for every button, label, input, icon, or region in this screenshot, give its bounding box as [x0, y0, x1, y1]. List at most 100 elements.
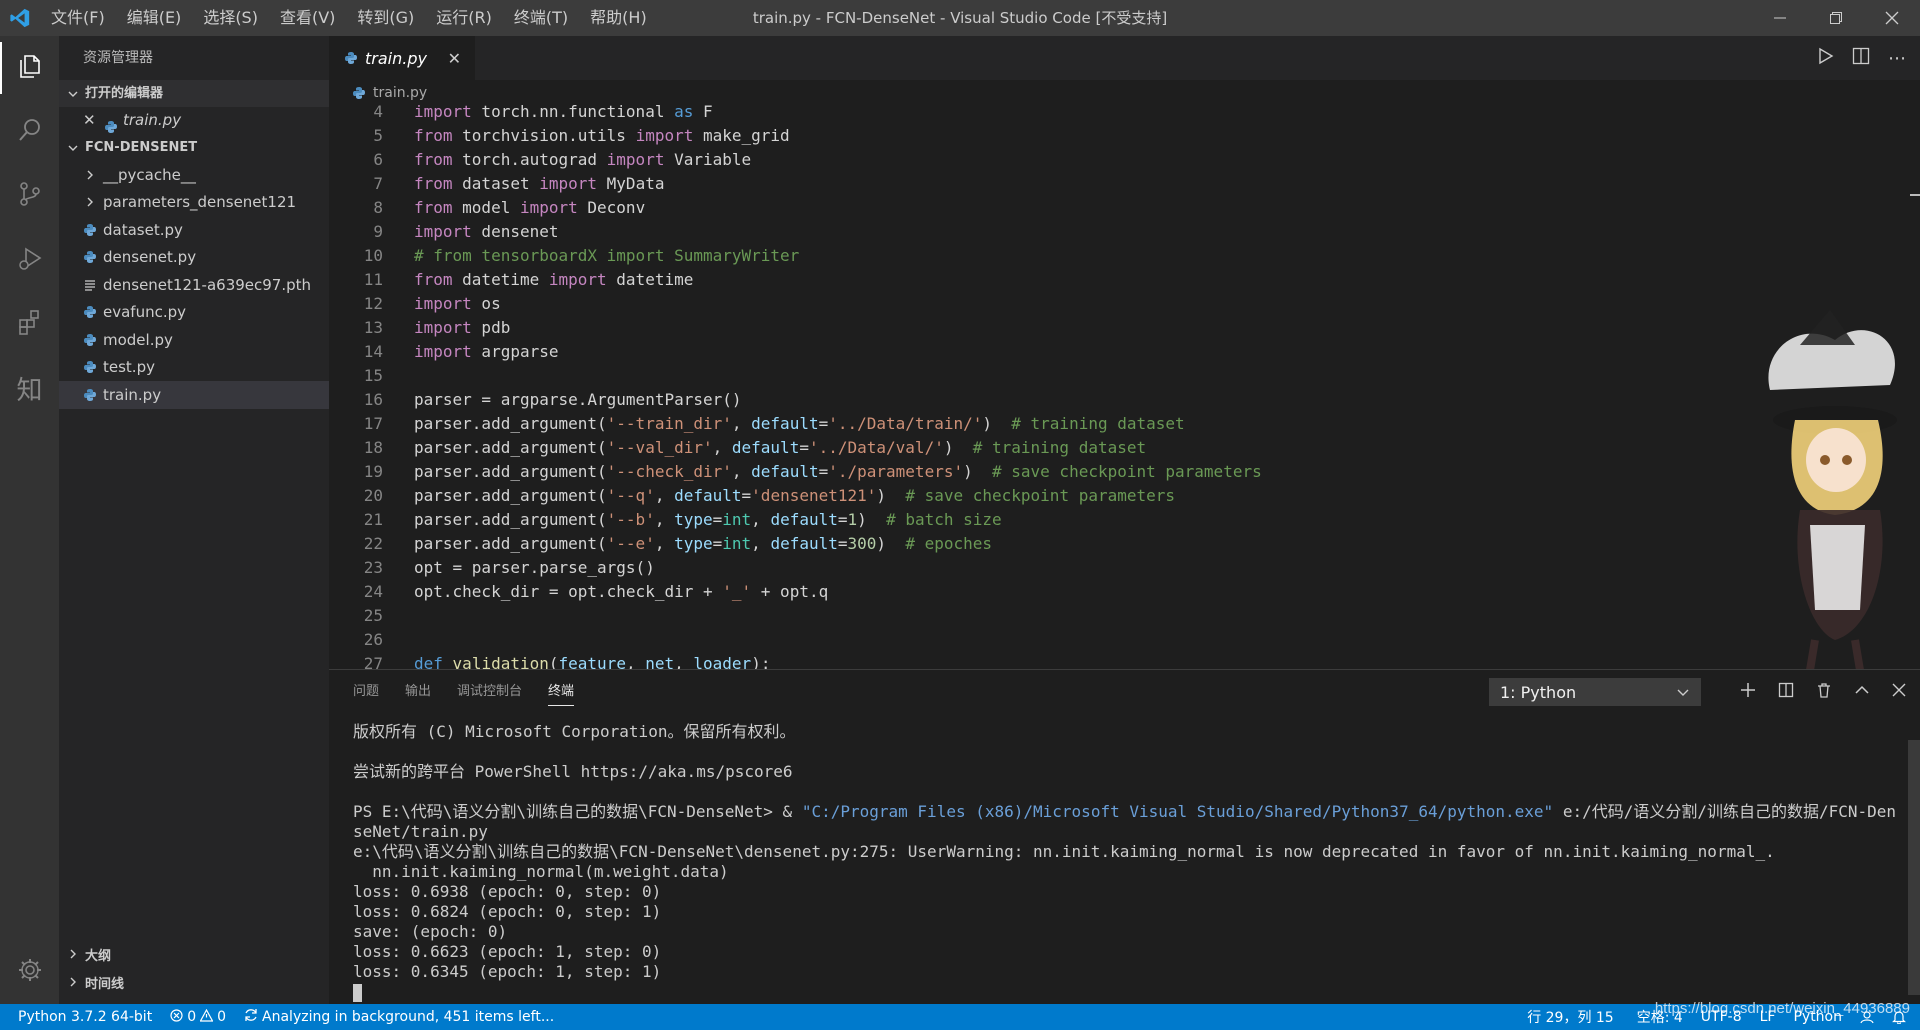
sidebar-title: 资源管理器 — [83, 50, 153, 66]
sync-icon — [244, 1008, 258, 1026]
tab-train-py[interactable]: train.py ✕ — [329, 36, 475, 80]
terminal-select[interactable]: 1: Python — [1489, 678, 1701, 706]
tab-terminal[interactable]: 终端 — [548, 670, 575, 714]
menu-bar: 文件(F) 编辑(E) 选择(S) 查看(V) 转到(G) 运行(R) 终端(T… — [40, 0, 658, 36]
terminal-line: save: (epoch: 0) — [353, 922, 508, 941]
title-bar: 文件(F) 编辑(E) 选择(S) 查看(V) 转到(G) 运行(R) 终端(T… — [0, 0, 1920, 36]
close-icon[interactable]: ✕ — [448, 49, 461, 68]
source-control-activity[interactable] — [0, 164, 59, 228]
activity-bar: 知 — [0, 36, 59, 1004]
python-file-icon — [353, 87, 365, 99]
maximize-panel-icon[interactable] — [1854, 682, 1870, 702]
menu-run[interactable]: 运行(R) — [425, 0, 503, 36]
terminal-line: 版权所有 (C) Microsoft Corporation。保留所有权利。 — [353, 722, 796, 741]
tree-folder[interactable]: __pycache__ — [59, 161, 329, 189]
restore-button[interactable] — [1808, 0, 1864, 36]
close-window-button[interactable] — [1864, 0, 1920, 36]
terminal-select-value: 1: Python — [1500, 682, 1577, 702]
minimize-button[interactable] — [1752, 0, 1808, 36]
menu-view[interactable]: 查看(V) — [269, 0, 346, 36]
search-icon — [16, 116, 44, 148]
terminal-line: loss: 0.6345 (epoch: 1, step: 1) — [353, 962, 662, 981]
tab-debug-console[interactable]: 调试控制台 — [457, 670, 522, 714]
chevron-down-icon — [65, 88, 81, 100]
tree-item-label: train.py — [103, 385, 162, 404]
editor-tab-bar: train.py ✕ ⋯ — [329, 36, 1920, 80]
more-actions-icon[interactable]: ⋯ — [1888, 48, 1906, 69]
open-editor-item[interactable]: ✕ train.py — [59, 107, 329, 134]
tree-file[interactable]: evafunc.py — [59, 299, 329, 327]
analysis-status[interactable]: Analyzing in background, 451 items left.… — [235, 1004, 563, 1030]
python-file-icon — [81, 388, 99, 401]
open-editor-file-label: train.py — [123, 111, 182, 129]
breadcrumb: train.py — [329, 80, 1920, 106]
tab-problems[interactable]: 问题 — [353, 670, 379, 714]
status-bar: Python 3.7.2 64-bit 0 0 Analyzing in bac… — [0, 1004, 1920, 1030]
settings-activity[interactable] — [0, 940, 59, 1004]
panel-actions — [1740, 670, 1906, 714]
terminal-line: loss: 0.6824 (epoch: 0, step: 1) — [353, 902, 662, 921]
source-control-icon — [16, 180, 44, 212]
chevron-right-icon — [81, 169, 99, 181]
timeline-section[interactable]: 时间线 — [59, 968, 329, 996]
new-terminal-icon[interactable] — [1740, 682, 1756, 702]
search-activity[interactable] — [0, 100, 59, 164]
folder-section[interactable]: FCN-DENSENET — [59, 134, 329, 161]
terminal-scrollbar[interactable] — [1908, 740, 1920, 995]
timeline-label: 时间线 — [85, 976, 125, 992]
terminal-line: loss: 0.6623 (epoch: 1, step: 0) — [353, 942, 662, 961]
tree-file[interactable]: densenet121-a639ec97.pth — [59, 271, 329, 299]
run-icon[interactable] — [1816, 47, 1834, 69]
tree-item-label: __pycache__ — [103, 165, 196, 184]
split-editor-icon[interactable] — [1852, 47, 1870, 69]
zhihu-activity[interactable]: 知 — [0, 356, 59, 420]
code-editor[interactable]: 4 import torch.nn.functional as F 5 from t… — [329, 104, 1920, 669]
bottom-panel: 问题 输出 调试控制台 终端 1: Python 版权所有 (C) Micros… — [329, 669, 1920, 1004]
python-file-icon — [81, 223, 99, 236]
tree-item-label: densenet.py — [103, 248, 197, 267]
tree-file[interactable]: densenet.py — [59, 244, 329, 272]
menu-selection[interactable]: 选择(S) — [192, 0, 269, 36]
menu-terminal[interactable]: 终端(T) — [503, 0, 579, 36]
breadcrumb-file[interactable]: train.py — [373, 85, 427, 101]
tree-item-label: evafunc.py — [103, 303, 187, 322]
analysis-text: Analyzing in background, 451 items left.… — [262, 1009, 555, 1025]
tree-file[interactable]: dataset.py — [59, 216, 329, 244]
tab-output[interactable]: 输出 — [405, 670, 431, 714]
menu-file[interactable]: 文件(F) — [40, 0, 116, 36]
terminal-line: e:\代码\语义分割\训练自己的数据\FCN-DenseNet\densenet… — [353, 842, 1775, 861]
python-file-icon — [81, 306, 99, 319]
python-interpreter[interactable]: Python 3.7.2 64-bit — [0, 1004, 161, 1030]
tree-file[interactable]: model.py — [59, 326, 329, 354]
warning-icon — [199, 1008, 214, 1026]
trash-icon[interactable] — [1816, 682, 1832, 702]
open-editors-section[interactable]: 打开的编辑器 — [59, 80, 329, 107]
close-icon[interactable]: ✕ — [83, 107, 101, 134]
explorer-activity[interactable] — [0, 36, 59, 100]
tree-folder[interactable]: parameters_densenet121 — [59, 189, 329, 217]
tree-file[interactable]: test.py — [59, 354, 329, 382]
tree-file[interactable]: train.py — [59, 381, 329, 409]
terminal-cursor — [353, 983, 362, 1002]
python-file-icon — [81, 361, 99, 374]
close-panel-icon[interactable] — [1892, 683, 1906, 701]
terminal-output[interactable]: 版权所有 (C) Microsoft Corporation。保留所有权利。 尝… — [353, 722, 1898, 1002]
terminal-line: loss: 0.6938 (epoch: 0, step: 0) — [353, 882, 662, 901]
outline-section[interactable]: 大纲 — [59, 940, 329, 968]
chevron-right-icon — [65, 976, 81, 988]
problems-status[interactable]: 0 0 — [161, 1004, 235, 1030]
run-debug-activity[interactable] — [0, 228, 59, 292]
chevron-down-icon — [65, 142, 81, 154]
file-tree: __pycache__ parameters_densenet121 dataset… — [59, 161, 329, 409]
files-icon — [16, 52, 44, 84]
menu-go[interactable]: 转到(G) — [346, 0, 425, 36]
debug-icon — [16, 244, 44, 276]
terminal-cursor-line — [353, 982, 1898, 1002]
terminal-line: nn.init.kaiming_normal(m.weight.data) — [353, 862, 729, 881]
menu-help[interactable]: 帮助(H) — [579, 0, 658, 36]
menu-edit[interactable]: 编辑(E) — [116, 0, 193, 36]
python-file-icon — [105, 115, 117, 133]
split-terminal-icon[interactable] — [1778, 682, 1794, 702]
extensions-activity[interactable] — [0, 292, 59, 356]
cursor-position[interactable]: 行 29，列 15 — [1518, 1004, 1623, 1030]
